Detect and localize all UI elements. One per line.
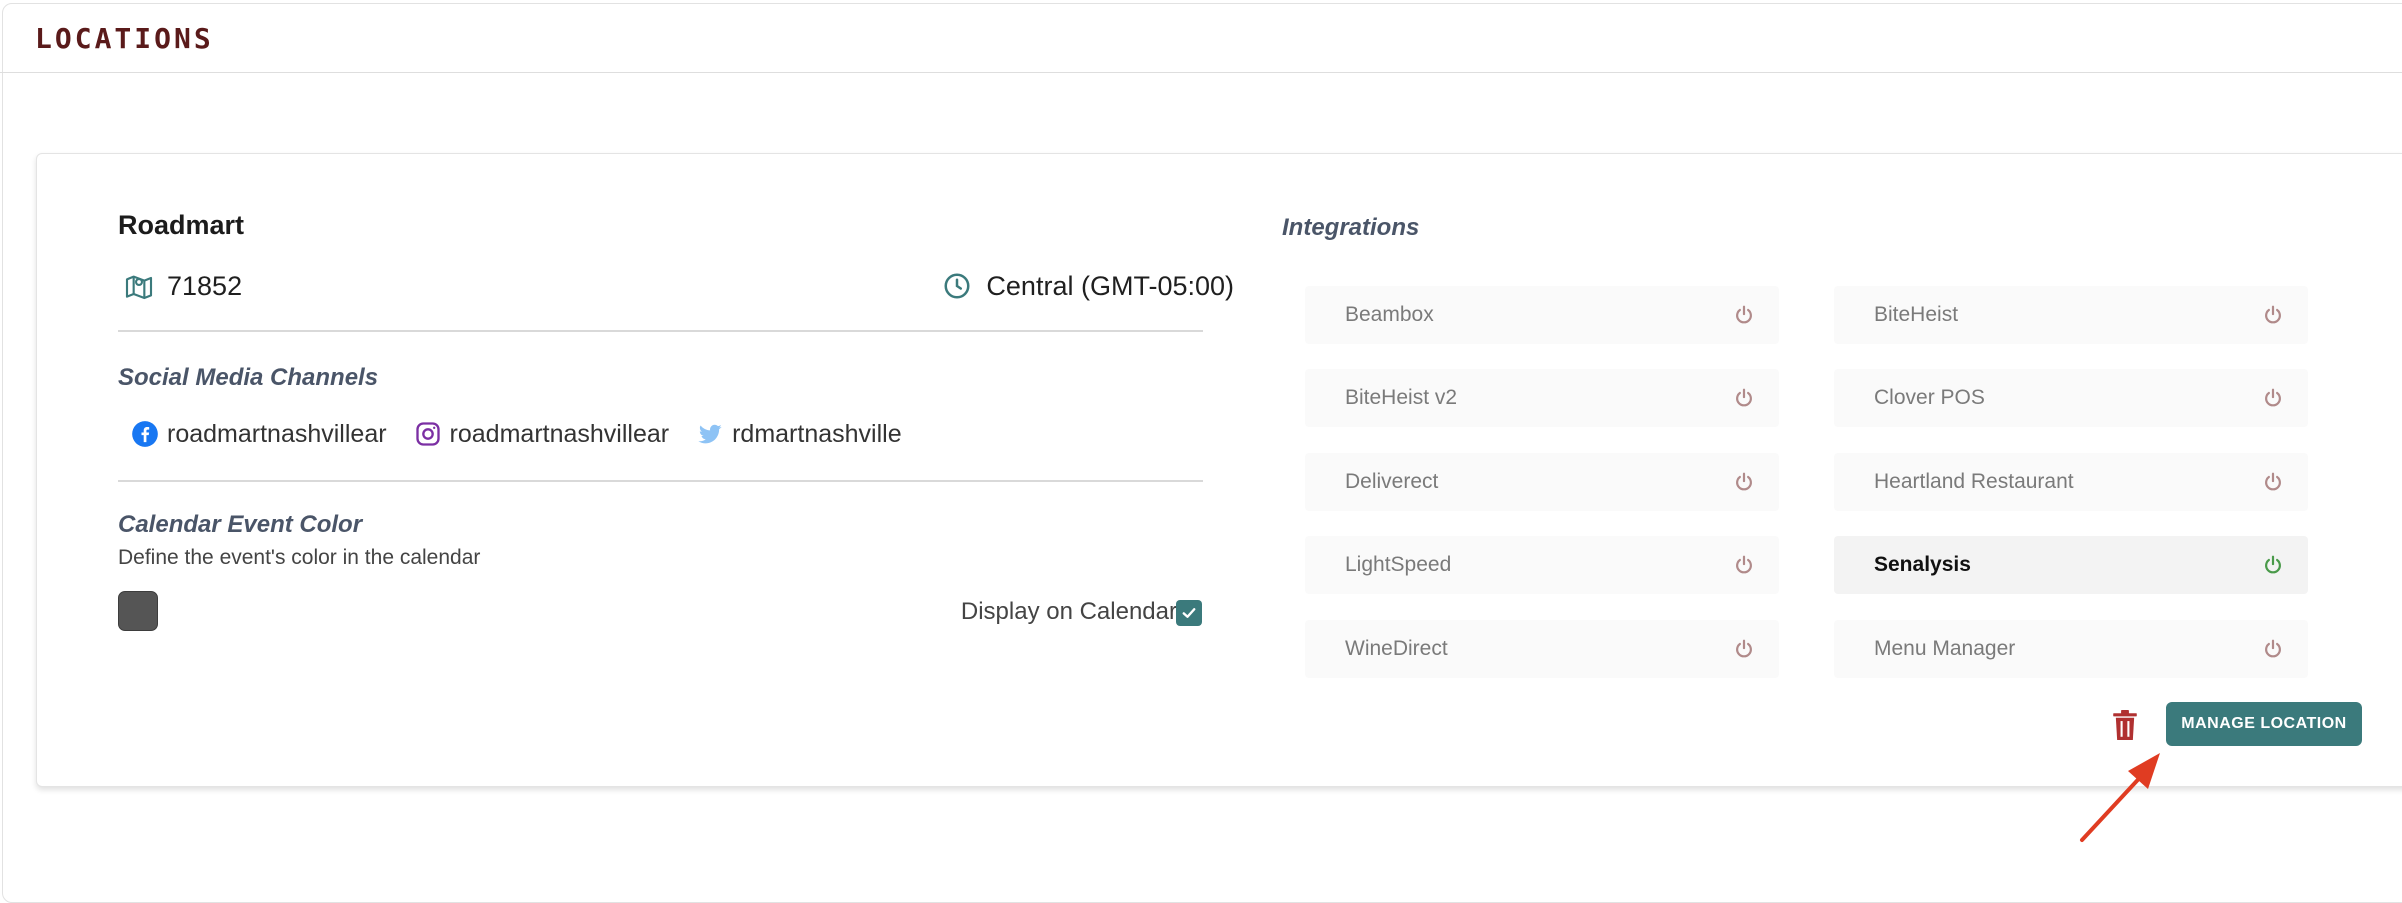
integration-name: Heartland Restaurant xyxy=(1874,470,2074,493)
integration-item[interactable]: Clover POS xyxy=(1834,369,2308,427)
instagram-handle: roadmartnashvillear xyxy=(449,419,670,448)
power-icon[interactable] xyxy=(2262,638,2284,660)
timezone-text: Central (GMT-05:00) xyxy=(986,270,1234,301)
clock-icon xyxy=(944,273,970,299)
manage-location-button[interactable]: MANAGE LOCATION xyxy=(2166,702,2362,746)
facebook-handle: roadmartnashvillear xyxy=(167,419,387,448)
integration-item[interactable]: LightSpeed xyxy=(1305,536,1779,594)
integration-name: Senalysis xyxy=(1874,553,1971,576)
integration-item[interactable]: Menu Manager xyxy=(1834,620,2308,678)
integration-name: WineDirect xyxy=(1345,637,1448,660)
integration-item[interactable]: WineDirect xyxy=(1305,620,1779,678)
location-timezone: Central (GMT-05:00) xyxy=(942,266,1234,306)
integration-item[interactable]: Heartland Restaurant xyxy=(1834,453,2308,511)
calendar-title: Calendar Event Color xyxy=(118,511,363,538)
integration-item[interactable]: Senalysis xyxy=(1834,536,2308,594)
power-icon[interactable] xyxy=(2262,304,2284,326)
integration-item[interactable]: Beambox xyxy=(1305,286,1779,344)
integration-name: BiteHeist v2 xyxy=(1345,386,1458,409)
integration-item[interactable]: BiteHeist v2 xyxy=(1305,369,1779,427)
integrations-title: Integrations xyxy=(1282,214,1420,241)
power-icon[interactable] xyxy=(2262,554,2284,576)
divider xyxy=(118,330,1203,332)
power-icon[interactable] xyxy=(2262,471,2284,493)
power-icon[interactable] xyxy=(1733,638,1755,660)
divider xyxy=(118,480,1203,482)
event-color-swatch[interactable] xyxy=(118,591,158,631)
power-icon[interactable] xyxy=(2262,387,2284,409)
power-icon[interactable] xyxy=(1733,304,1755,326)
integration-name: Beambox xyxy=(1345,303,1434,326)
social-channel-facebook[interactable]: roadmartnashvillear xyxy=(131,420,387,449)
twitter-handle: rdmartnashville xyxy=(732,419,902,448)
location-name: Roadmart xyxy=(118,210,245,240)
integration-item[interactable]: Deliverect xyxy=(1305,453,1779,511)
integration-name: Clover POS xyxy=(1874,386,1985,409)
power-icon[interactable] xyxy=(1733,471,1755,493)
check-icon xyxy=(1182,608,1196,618)
section-header: LOCATIONS xyxy=(0,0,2402,73)
trash-icon[interactable] xyxy=(2109,708,2141,742)
social-channel-instagram[interactable]: roadmartnashvillear xyxy=(414,419,670,449)
location-code: 71852 xyxy=(123,266,242,306)
display-on-calendar-checkbox[interactable] xyxy=(1176,600,1202,626)
facebook-icon xyxy=(132,421,158,447)
location-code-text: 71852 xyxy=(167,270,243,301)
instagram-icon xyxy=(415,422,440,446)
social-title: Social Media Channels xyxy=(118,364,379,391)
annotation-arrow xyxy=(2080,753,2160,842)
map-icon xyxy=(125,275,153,300)
social-channel-twitter[interactable]: rdmartnashville xyxy=(696,420,902,449)
power-icon[interactable] xyxy=(1733,387,1755,409)
social-channels: roadmartnashvillear roadmartnashvillear … xyxy=(131,414,929,454)
twitter-icon xyxy=(698,424,722,444)
display-on-calendar-label: Display on Calendar xyxy=(960,598,1177,625)
integration-name: Deliverect xyxy=(1345,470,1439,493)
integration-name: Menu Manager xyxy=(1874,637,2016,660)
location-card: Roadmart 71852 Central (GMT-05:00) Socia… xyxy=(36,153,2402,787)
integration-item[interactable]: BiteHeist xyxy=(1834,286,2308,344)
section-title: LOCATIONS xyxy=(35,22,214,55)
power-icon[interactable] xyxy=(1733,554,1755,576)
integration-name: LightSpeed xyxy=(1345,553,1452,576)
integration-name: BiteHeist xyxy=(1874,303,1959,326)
calendar-description: Define the event's color in the calendar xyxy=(118,546,481,569)
